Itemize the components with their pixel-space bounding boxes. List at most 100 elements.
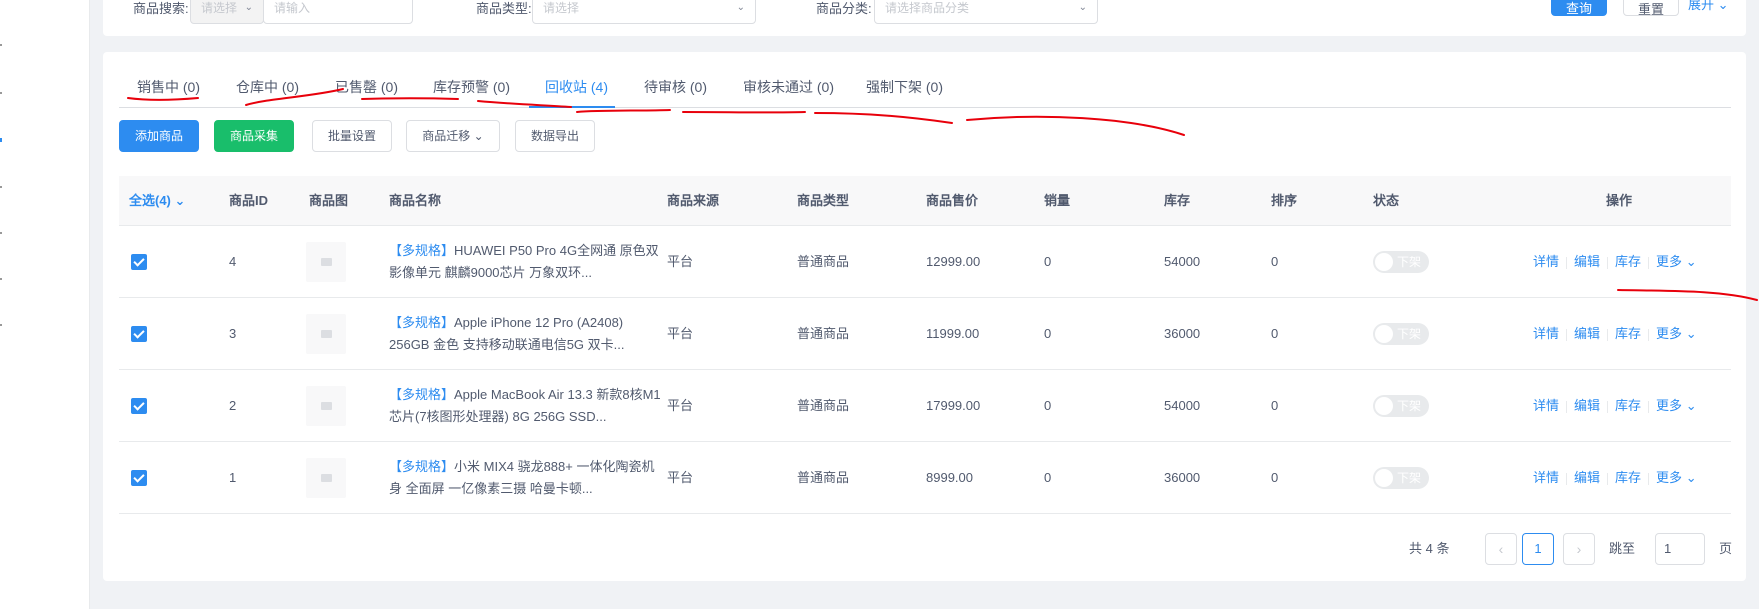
detail-link[interactable]: 详情 [1533,470,1559,485]
expand-button[interactable]: 展开 ⌄ [1688,0,1729,13]
stock-link[interactable]: 库存 [1615,470,1641,485]
product-thumbnail [306,242,346,282]
tab-sold-out[interactable]: 已售罄 (0) [335,76,398,108]
stock-link[interactable]: 库存 [1615,398,1641,413]
divider [1648,328,1650,341]
sidebar-marker [0,186,2,188]
divider [1607,328,1609,341]
more-label: 更多 [1656,254,1683,269]
stock-link[interactable]: 库存 [1615,254,1641,269]
detail-link[interactable]: 详情 [1533,398,1559,413]
pagination-total: 共 4 条 [1409,541,1450,556]
header-type: 商品类型 [797,193,850,208]
detail-link[interactable]: 详情 [1533,326,1559,341]
migrate-product-button[interactable]: 商品迁移 ⌄ [406,120,500,152]
tab-in-warehouse[interactable]: 仓库中 (0) [236,76,299,108]
cell-id: 1 [229,470,237,485]
chevron-down-icon: ⌄ [1685,398,1697,413]
next-page-button[interactable]: › [1563,533,1595,565]
status-switch[interactable]: 下架 [1373,251,1429,273]
collect-product-button[interactable]: 商品采集 [214,120,294,152]
edit-link[interactable]: 编辑 [1574,254,1600,269]
search-field-select-placeholder: 请选择 [201,1,238,15]
add-product-button[interactable]: 添加商品 [119,120,199,152]
switch-knob [1375,397,1393,415]
cell-source: 平台 [667,398,694,413]
row-checkbox[interactable] [131,470,147,486]
jump-page-input[interactable]: 1 [1655,533,1705,565]
more-dropdown[interactable]: 更多 ⌄ [1656,254,1697,269]
cell-product-name: 【多规格】Apple MacBook Air 13.3 新款8核M1芯片(7核图… [389,384,661,428]
chevron-down-icon: ⌄ [174,193,186,208]
page-number-button[interactable]: 1 [1522,533,1554,565]
tab-pending-review[interactable]: 待审核 (0) [644,76,707,108]
product-thumbnail [306,386,346,426]
select-all-dropdown[interactable]: 全选(4) ⌄ [129,176,185,226]
more-dropdown[interactable]: 更多 ⌄ [1656,470,1697,485]
stock-link[interactable]: 库存 [1615,326,1641,341]
table-row: 1 【多规格】小米 MIX4 骁龙888+ 一体化陶瓷机身 全面屏 一亿像素三摄… [119,442,1731,514]
chevron-right-icon: › [1576,541,1582,557]
chevron-down-icon: ⌄ [244,2,253,13]
more-dropdown[interactable]: 更多 ⌄ [1656,326,1697,341]
row-checkbox[interactable] [131,254,147,270]
cell-stock: 54000 [1164,254,1201,269]
status-switch[interactable]: 下架 [1373,395,1429,417]
status-switch[interactable]: 下架 [1373,467,1429,489]
type-select-placeholder: 请选择 [543,1,580,15]
tab-recycle-bin[interactable]: 回收站 (4) [529,76,615,108]
tab-force-delisted[interactable]: 强制下架 (0) [866,76,943,108]
prev-page-button[interactable]: ‹ [1485,533,1517,565]
divider [1607,400,1609,413]
query-button[interactable]: 查询 [1551,0,1607,16]
cell-sales: 0 [1044,398,1052,413]
row-actions: 详情 编辑 库存 更多 ⌄ [1533,442,1697,514]
divider [1566,256,1568,269]
switch-knob [1375,325,1393,343]
row-checkbox[interactable] [131,398,147,414]
row-checkbox[interactable] [131,326,147,342]
tab-review-rejected[interactable]: 审核未通过 (0) [743,76,834,108]
category-label: 商品分类: [816,1,872,16]
search-input[interactable]: 请输入 [263,0,413,24]
cell-sort: 0 [1271,254,1279,269]
sidebar-marker [0,92,2,94]
header-sales: 销量 [1044,193,1071,208]
export-data-button[interactable]: 数据导出 [515,120,595,152]
cell-type: 普通商品 [797,470,850,485]
search-field-select[interactable]: 请选择 ⌄ [190,0,264,24]
detail-link[interactable]: 详情 [1533,254,1559,269]
more-dropdown[interactable]: 更多 ⌄ [1656,398,1697,413]
type-select[interactable]: 请选择 ⌄ [532,0,756,24]
cell-price: 11999.00 [926,326,980,341]
status-switch[interactable]: 下架 [1373,323,1429,345]
multi-spec-tag: 【多规格】 [389,243,455,258]
header-image: 商品图 [309,193,349,208]
cell-source: 平台 [667,254,694,269]
switch-label: 下架 [1397,255,1422,269]
cell-sales: 0 [1044,470,1052,485]
cell-id: 3 [229,326,237,341]
sidebar-marker [0,324,2,326]
jump-label: 跳至 [1609,541,1636,556]
multi-spec-tag: 【多规格】 [389,315,455,330]
edit-link[interactable]: 编辑 [1574,398,1600,413]
tab-stock-warning[interactable]: 库存预警 (0) [433,76,510,108]
switch-label: 下架 [1397,327,1422,341]
image-placeholder-icon [321,330,332,338]
product-thumbnail [306,314,346,354]
divider [1607,256,1609,269]
edit-link[interactable]: 编辑 [1574,326,1600,341]
page-unit-label: 页 [1719,541,1733,556]
cell-sort: 0 [1271,398,1279,413]
table-row: 2 【多规格】Apple MacBook Air 13.3 新款8核M1芯片(7… [119,370,1731,442]
multi-spec-tag: 【多规格】 [389,387,455,402]
chevron-down-icon: ⌄ [1685,326,1697,341]
category-select[interactable]: 请选择商品分类 ⌄ [874,0,1098,24]
edit-link[interactable]: 编辑 [1574,470,1600,485]
tab-on-sale[interactable]: 销售中 (0) [137,76,200,108]
reset-button[interactable]: 重置 [1623,0,1679,17]
chevron-left-icon: ‹ [1498,541,1504,557]
batch-settings-button[interactable]: 批量设置 [312,120,392,152]
type-label: 商品类型: [476,1,532,16]
